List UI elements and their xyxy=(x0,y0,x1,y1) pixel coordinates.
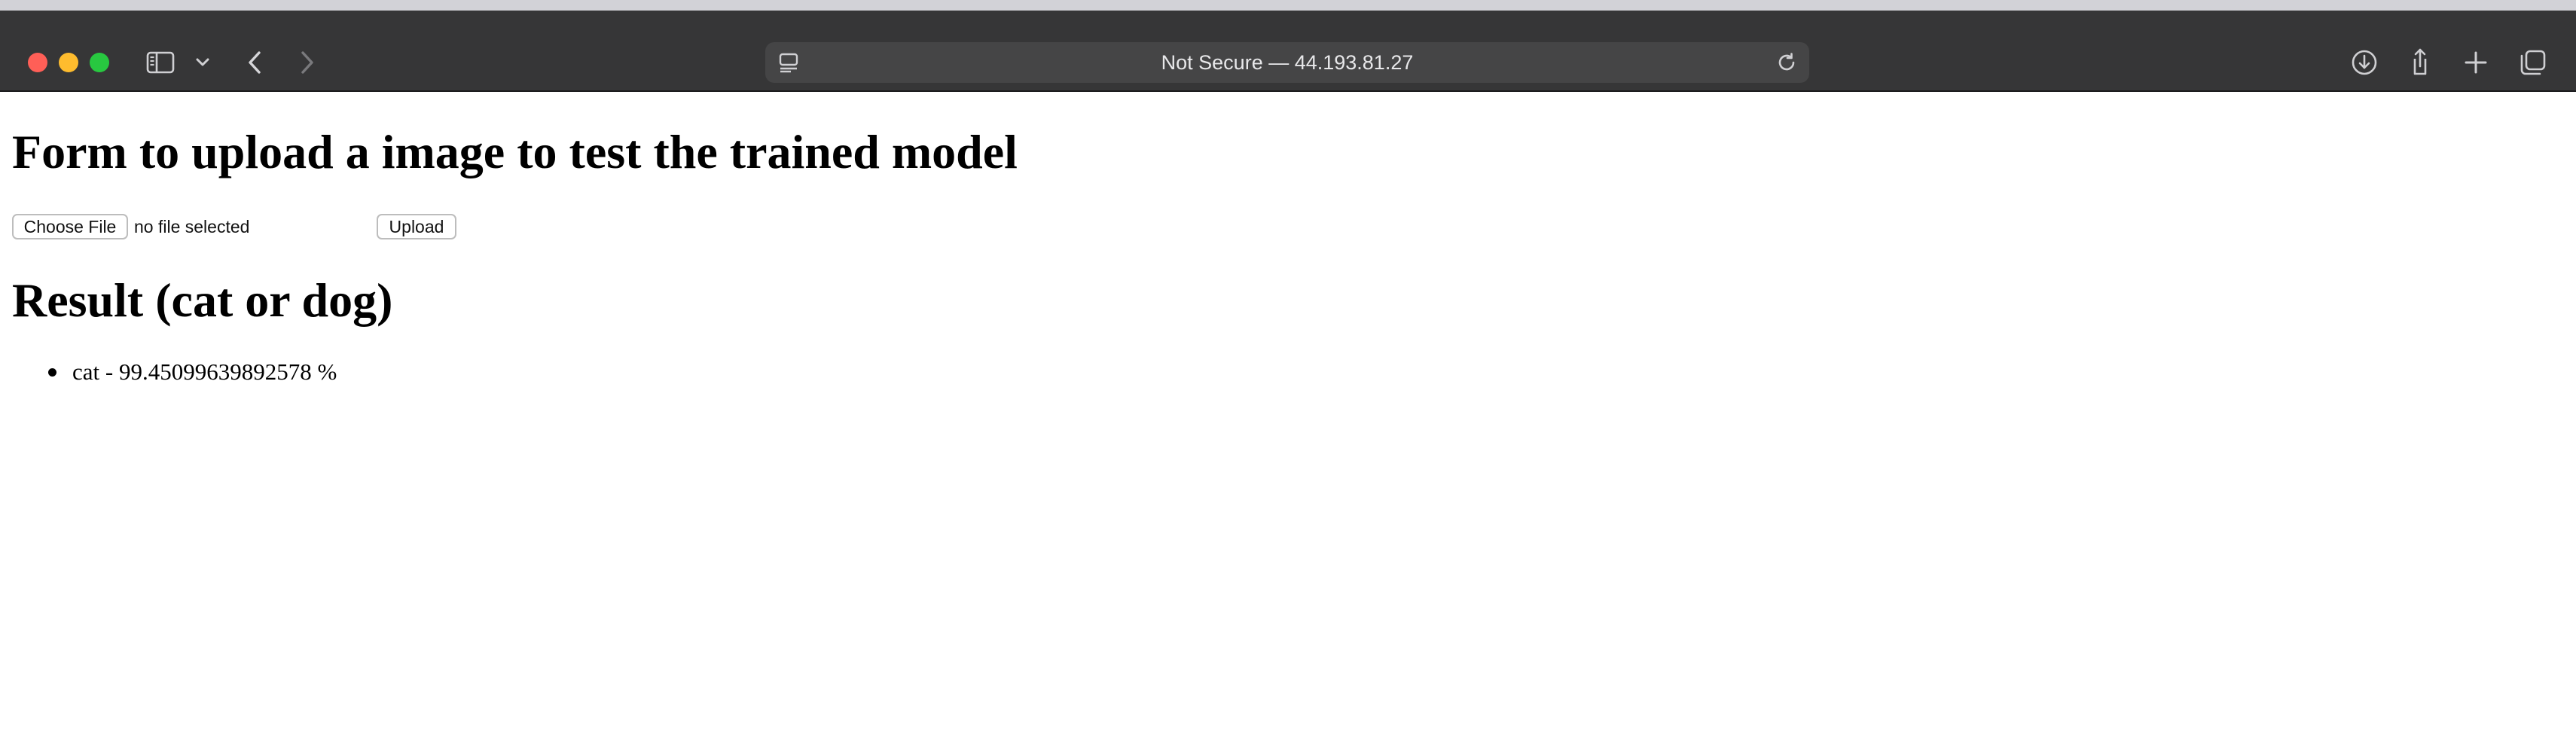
bullet-icon xyxy=(48,368,56,377)
reload-icon[interactable] xyxy=(1773,49,1800,76)
url-text[interactable]: Not Secure — 44.193.81.27 xyxy=(765,42,1809,83)
result-title: Result (cat or dog) xyxy=(12,273,393,327)
form-title: Form to upload a image to test the train… xyxy=(12,125,1018,178)
file-status-text: no file selected xyxy=(134,217,250,236)
zoom-window-button[interactable] xyxy=(90,53,109,72)
browser-toolbar: Not Secure — 44.193.81.27 xyxy=(0,11,2576,92)
result-text: cat - 99.45099639892578 % xyxy=(72,358,337,385)
window-top-edge xyxy=(0,0,2576,11)
plus-icon[interactable] xyxy=(2460,47,2492,78)
minimize-window-button[interactable] xyxy=(59,53,78,72)
result-list: cat - 99.45099639892578 % xyxy=(0,357,337,387)
result-item: cat - 99.45099639892578 % xyxy=(0,357,337,387)
page-content: Form to upload a image to test the train… xyxy=(0,92,2576,735)
sidebar-icon[interactable] xyxy=(145,47,176,78)
close-window-button[interactable] xyxy=(28,53,47,72)
choose-file-button[interactable]: Choose File xyxy=(12,214,128,239)
share-icon[interactable] xyxy=(2404,47,2436,78)
tabs-icon[interactable] xyxy=(2517,47,2549,78)
upload-button[interactable]: Upload xyxy=(377,214,456,239)
chevron-left-icon[interactable] xyxy=(240,47,271,78)
chevron-right-icon[interactable] xyxy=(291,47,322,78)
download-icon[interactable] xyxy=(2349,47,2380,78)
address-bar[interactable]: Not Secure — 44.193.81.27 xyxy=(765,42,1809,83)
chevron-down-icon[interactable] xyxy=(191,47,214,78)
